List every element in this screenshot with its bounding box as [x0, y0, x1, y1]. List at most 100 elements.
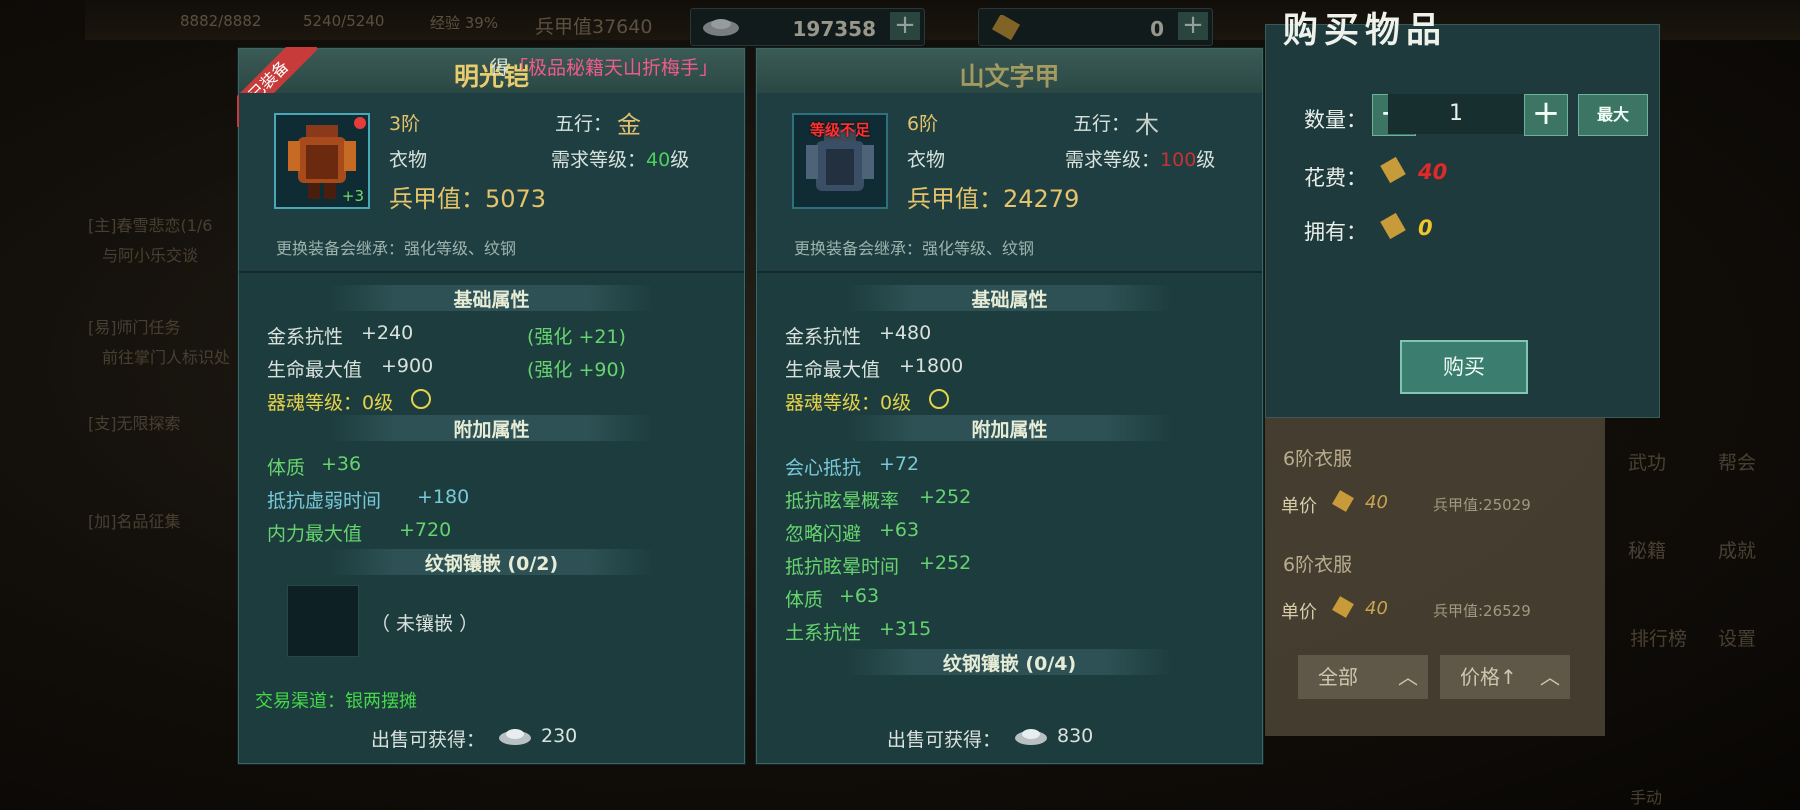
shop-item[interactable]: 6阶衣服 单价 40 兵甲值:25029 [1265, 428, 1565, 524]
buy-button[interactable]: 购买 [1400, 340, 1528, 394]
armor-value: 兵甲值：24279 [907, 185, 1080, 213]
attr-name: 金系抗性 [267, 326, 344, 348]
armor-value: 兵甲值：5073 [389, 185, 547, 213]
attr-name: 内力最大值 [267, 523, 363, 545]
inherit-note: 更换装备会继承：强化等级、纹钢 [276, 239, 517, 258]
shop-armor-value: 兵甲值:25029 [1433, 496, 1531, 514]
shop-price-value: 40 [1365, 598, 1388, 619]
item-name: 山文字甲 [959, 62, 1060, 91]
gold-ticket-icon [1329, 596, 1359, 624]
element-gold-icon: 金 [617, 111, 641, 139]
element-wood-icon: 木 [1135, 111, 1159, 139]
cost-label: 花费： [1304, 166, 1367, 190]
attr-value: +240 [361, 322, 414, 344]
attr-name: 忽略闪避 [785, 523, 862, 545]
shop-armor-value: 兵甲值:26529 [1433, 602, 1531, 620]
sell-label: 出售可获得： [371, 729, 486, 751]
attr-value: +180 [417, 486, 470, 508]
soul-level: 器魂等级：0级 [267, 392, 394, 414]
equipped-item-panel: 明光铠 已装备 +3 3阶 五行： 金 衣物 需求等级：40级 兵甲值：5073… [237, 47, 745, 764]
silver-ingot-icon [1013, 725, 1049, 751]
inlay-title: 纹钢镶嵌 (0/4) [847, 649, 1172, 675]
item-tier: 6阶 [907, 113, 939, 135]
attr-name: 抵抗虚弱时间 [267, 490, 382, 512]
divider [757, 271, 1262, 273]
qty-input[interactable]: 1 [1388, 94, 1524, 134]
own-label: 拥有： [1304, 220, 1367, 244]
cost-value: 40 [1418, 160, 1448, 184]
silver-ingot-icon [497, 725, 533, 751]
sell-value: 230 [541, 725, 578, 747]
soul-circle-icon [929, 389, 949, 409]
base-attrs-title: 基础属性 [329, 285, 654, 311]
panel-header: 山文字甲 [757, 49, 1262, 93]
level-warning: 等级不足 [809, 121, 870, 139]
reward-tip: 得「极品秘籍天山折梅手」 [490, 57, 719, 79]
attr-name: 抵抗眩晕时间 [785, 556, 900, 578]
gold-ticket-icon [1376, 154, 1412, 192]
armor-item-icon[interactable]: +3 [274, 113, 370, 209]
attr-value: +252 [919, 552, 972, 574]
attr-value: +72 [879, 453, 920, 475]
inherit-note: 更换装备会继承：强化等级、纹钢 [794, 239, 1035, 258]
attr-name: 体质 [267, 457, 306, 479]
base-attrs-title: 基础属性 [847, 285, 1172, 311]
attr-value: +63 [879, 519, 920, 541]
inlay-title: 纹钢镶嵌 (0/2) [329, 549, 654, 575]
sell-value: 830 [1057, 725, 1094, 747]
item-type: 衣物 [907, 149, 946, 171]
inlay-slot[interactable] [287, 585, 359, 657]
attr-bonus: (强化 +90) [527, 359, 626, 381]
shop-item-name: 6阶衣服 [1283, 448, 1353, 470]
extra-attrs-title: 附加属性 [847, 415, 1172, 441]
shop-price-label: 单价 [1281, 496, 1317, 517]
attr-name: 土系抗性 [785, 622, 862, 644]
attr-value: +315 [879, 618, 932, 640]
attr-bonus: (强化 +21) [527, 326, 626, 348]
own-value: 0 [1418, 216, 1433, 240]
gold-ticket-icon [1329, 490, 1359, 518]
shop-item-name: 6阶衣服 [1283, 554, 1353, 576]
attr-name: 体质 [785, 589, 824, 611]
attr-value: +720 [399, 519, 452, 541]
sell-label: 出售可获得： [887, 729, 1002, 751]
attr-name: 生命最大值 [267, 359, 363, 381]
attr-name: 抵抗眩晕概率 [785, 490, 900, 512]
item-tier: 3阶 [389, 113, 421, 135]
enhance-level: +3 [341, 187, 364, 205]
inlay-empty-label: （ 未镶嵌 ） [371, 613, 479, 635]
req-level: 需求等级：40级 [551, 149, 690, 171]
soul-level: 器魂等级：0级 [785, 392, 912, 414]
item-type: 衣物 [389, 149, 428, 171]
qty-label: 数量： [1304, 108, 1367, 132]
attr-value: +63 [839, 585, 880, 607]
attr-value: +36 [321, 453, 362, 475]
shop-item[interactable]: 6阶衣服 单价 40 兵甲值:26529 [1265, 534, 1565, 630]
filter-price-label: 价格↑ [1460, 665, 1517, 689]
qty-plus-button[interactable]: + [1524, 94, 1568, 136]
trade-channel: 交易渠道：银两摆摊 [255, 691, 417, 712]
shop-price-label: 单价 [1281, 602, 1317, 623]
attr-value: +1800 [899, 355, 964, 377]
divider [239, 271, 744, 273]
candidate-item-panel: 山文字甲 等级不足 6阶 五行： 木 衣物 需求等级：100级 兵甲值：2427… [756, 48, 1263, 764]
attr-value: +480 [879, 322, 932, 344]
attr-value: +900 [381, 355, 434, 377]
armor-item-icon[interactable]: 等级不足 [792, 113, 888, 209]
filter-all-button[interactable]: 全部 ︿ [1298, 655, 1428, 699]
attr-name: 金系抗性 [785, 326, 862, 348]
filter-all-label: 全部 [1318, 665, 1358, 689]
soul-circle-icon [411, 389, 431, 409]
attr-value: +252 [919, 486, 972, 508]
req-level: 需求等级：100级 [1065, 149, 1216, 171]
attr-name: 生命最大值 [785, 359, 881, 381]
gold-ticket-icon [1376, 210, 1412, 248]
buy-panel-title: 购买物品 [1283, 10, 1448, 51]
chevron-up-icon: ︿ [1398, 665, 1418, 689]
max-button[interactable]: 最大 [1578, 94, 1648, 136]
shop-price-value: 40 [1365, 492, 1388, 513]
filter-price-button[interactable]: 价格↑ ︿ [1440, 655, 1570, 699]
chevron-up-icon: ︿ [1540, 665, 1560, 689]
wuxing-label: 五行： [555, 113, 613, 135]
wuxing-label: 五行： [1073, 113, 1131, 135]
